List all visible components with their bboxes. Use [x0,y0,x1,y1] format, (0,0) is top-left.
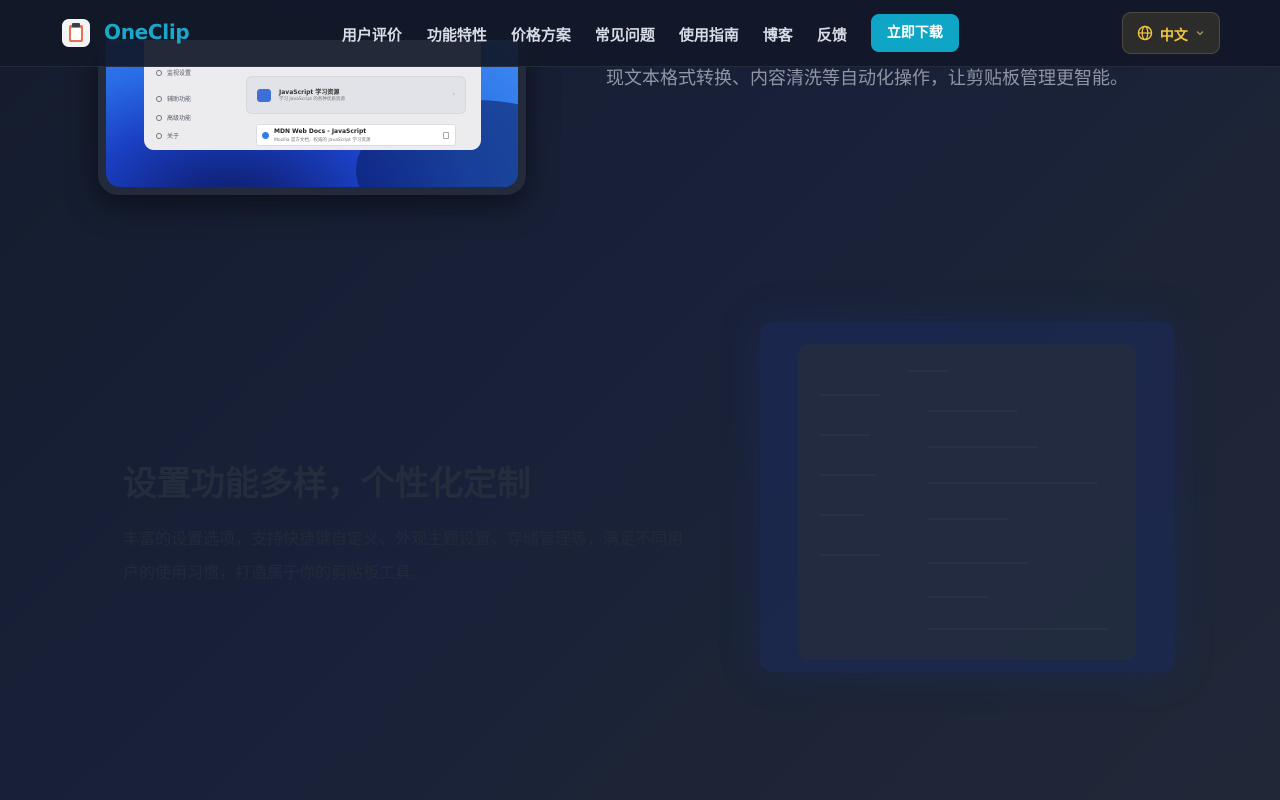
mock-sidebar-item: 辅助功能 [156,94,191,103]
nav-link-feedback[interactable]: 反馈 [817,24,847,45]
mock-item-subtitle: Mozilla 官方文档，权威的 JavaScript 学习资源 [274,138,371,143]
mock-item-title: MDN Web Docs - JavaScript [274,128,367,135]
top-nav: OneClip 用户评价 功能特性 价格方案 常见问题 使用指南 博客 反馈 立… [0,0,1280,67]
clipboard-clip [72,23,80,27]
globe-icon [1137,25,1153,41]
nav-link-pricing[interactable]: 价格方案 [511,24,571,45]
oneclip-logo-icon[interactable] [62,19,90,47]
nav-link-faq[interactable]: 常见问题 [595,24,655,45]
nav-link-guide[interactable]: 使用指南 [679,24,739,45]
mock-list-item: MDN Web Docs - JavaScript Mozilla 官方文档，权… [256,124,456,146]
clipboard-paper [71,28,81,40]
chevron-right-icon: › [452,91,455,98]
book-icon [257,89,271,102]
nav-link-reviews[interactable]: 用户评价 [342,24,402,45]
download-button[interactable]: 立即下载 [871,14,959,52]
mock-card-subtitle: 学习 JavaScript 的各种优质资源 [279,97,345,102]
mock-card-title: JavaScript 学习资源 [279,89,340,96]
mock-sidebar-item: 高级功能 [156,113,191,122]
copy-icon [443,132,449,139]
settings-preview-frame [760,322,1174,672]
brand-name[interactable]: OneClip [104,20,190,44]
chevron-down-icon [1196,31,1204,36]
mock-sidebar-item: 关于 [156,131,179,140]
check-icon [262,132,269,139]
mock-sidebar-item: 监视设置 [156,68,191,77]
settings-preview-panel [798,344,1136,660]
nav-link-blog[interactable]: 博客 [763,24,793,45]
language-label: 中文 [1160,28,1188,44]
language-selector[interactable]: 中文 [1122,12,1220,54]
mock-resource-card: JavaScript 学习资源 学习 JavaScript 的各种优质资源 › [246,76,466,114]
section-description: 现文本格式转换、内容清洗等自动化操作，让剪贴板管理更智能。 [606,68,1128,89]
nav-link-features[interactable]: 功能特性 [427,24,487,45]
feature-description: 丰富的设置选项，支持快捷键自定义、外观主题设置、存储管理等，满足不同用户的使用习… [123,529,684,582]
feature-title: 设置功能多样，个性化定制 [123,464,531,504]
